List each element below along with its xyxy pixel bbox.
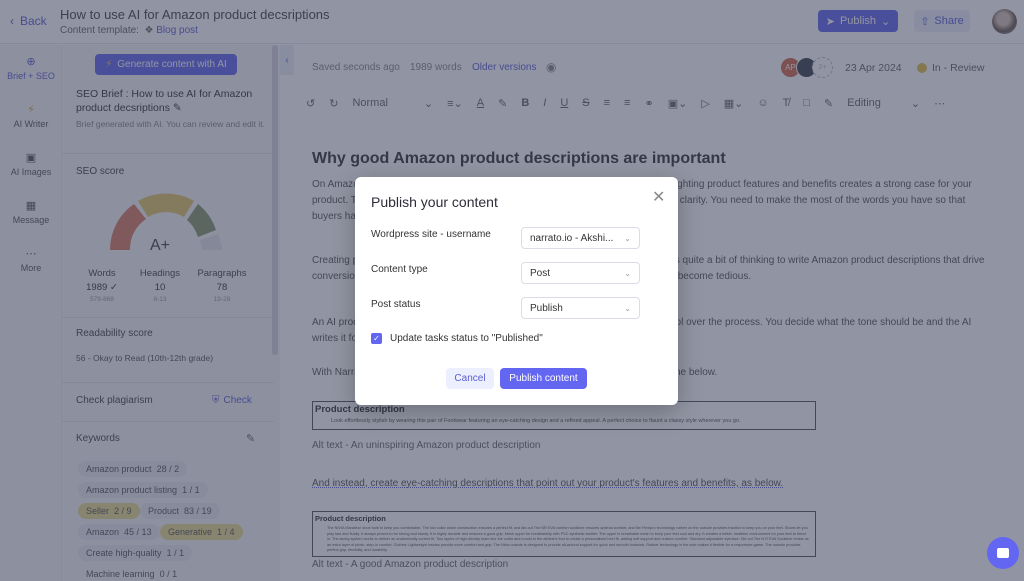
wordpress-site-select[interactable]: narrato.io - Akshi... ⌄	[521, 227, 640, 249]
post-status-select[interactable]: Publish ⌄	[521, 297, 640, 319]
update-tasks-checkbox[interactable]: ✓	[371, 333, 382, 344]
update-tasks-checkbox-row[interactable]: ✓ Update tasks status to "Published"	[371, 333, 543, 344]
wordpress-site-label: Wordpress site - username	[371, 229, 491, 240]
publish-content-button[interactable]: Publish content	[500, 368, 587, 389]
modal-title: Publish your content	[371, 194, 498, 210]
publish-modal: Publish your content ✕ Wordpress site - …	[355, 177, 678, 405]
chat-icon	[997, 548, 1009, 558]
chevron-down-icon: ⌄	[624, 233, 631, 243]
close-icon[interactable]: ✕	[652, 187, 665, 207]
cancel-button[interactable]: Cancel	[446, 368, 494, 389]
post-status-label: Post status	[371, 299, 421, 310]
content-type-label: Content type	[371, 264, 428, 275]
chat-button[interactable]	[987, 537, 1019, 569]
content-type-select[interactable]: Post ⌄	[521, 262, 640, 284]
chevron-down-icon: ⌄	[624, 268, 631, 278]
chevron-down-icon: ⌄	[624, 303, 631, 313]
